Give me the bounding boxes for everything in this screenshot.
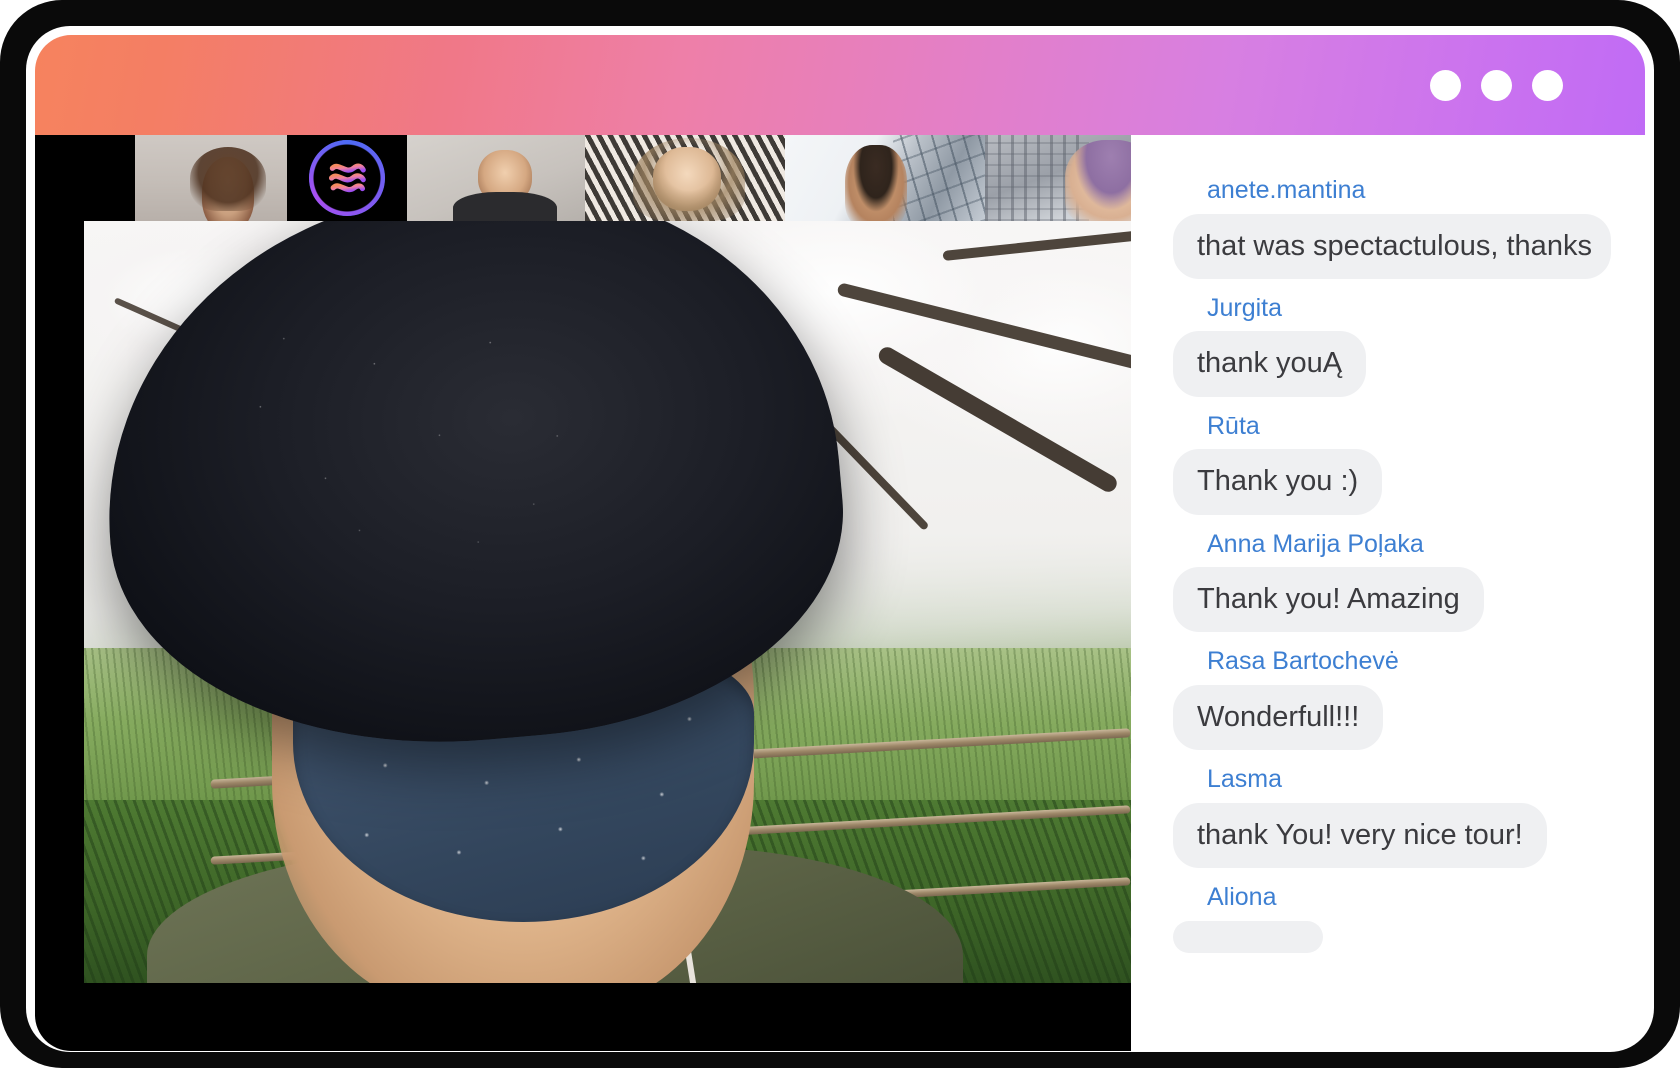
brand-logo-ring: [309, 140, 385, 216]
chat-message: Lasma thank You! very nice tour!: [1173, 765, 1611, 869]
chat-message-author: Aliona: [1207, 883, 1277, 912]
chat-message-bubble: [1173, 920, 1323, 953]
main-video-active-speaker[interactable]: [84, 221, 1131, 983]
chat-message-bubble: that was spectactulous, thanks: [1173, 213, 1611, 279]
chat-message: Rūta Thank you :): [1173, 411, 1611, 515]
video-stage: [35, 135, 1131, 1051]
chat-message-author: Anna Marija Poļaka: [1207, 529, 1424, 558]
chat-message-bubble: thank youĄ: [1173, 331, 1367, 397]
chat-message-author: Rasa Bartochevė: [1207, 647, 1399, 676]
participant-tile-man-1[interactable]: [407, 135, 585, 221]
chat-message-bubble: thank You! very nice tour!: [1173, 802, 1547, 869]
window-control-maximize-dot[interactable]: [1481, 69, 1512, 101]
device-bezel: anete.mantina that was spectactulous, tha…: [0, 0, 1680, 1068]
window-control-minimize-dot[interactable]: [1430, 69, 1461, 101]
chat-message-author: Rūta: [1207, 411, 1260, 440]
participant-tile-blank[interactable]: [35, 135, 135, 221]
screen-ring: anete.mantina that was spectactulous, tha…: [26, 26, 1654, 1052]
app-body: anete.mantina that was spectactulous, tha…: [35, 135, 1645, 1051]
app-window: anete.mantina that was spectactulous, tha…: [35, 35, 1645, 1051]
participant-tile-man-2[interactable]: [785, 135, 985, 221]
chat-message-author: anete.mantina: [1207, 176, 1366, 204]
chat-message-author: Lasma: [1207, 765, 1283, 794]
chat-panel[interactable]: anete.mantina that was spectactulous, tha…: [1131, 135, 1645, 1051]
chat-message: anete.mantina that was spectactulous, tha…: [1173, 176, 1611, 279]
chat-message-list: anete.mantina that was spectactulous, tha…: [1173, 176, 1611, 974]
wave-logo-icon: [328, 163, 366, 193]
window-control-close-dot[interactable]: [1532, 69, 1563, 101]
window-titlebar: [35, 35, 1645, 135]
participant-tile-woman-2[interactable]: [585, 135, 785, 221]
chat-message-author: Jurgita: [1207, 293, 1283, 322]
participant-filmstrip[interactable]: [35, 135, 1131, 221]
participant-tile-woman-1[interactable]: [135, 135, 287, 221]
participant-tile-logo-avatar[interactable]: [287, 135, 407, 221]
glasses-icon: [1079, 171, 1131, 183]
chat-message: Jurgita thank youĄ: [1173, 293, 1611, 397]
chat-message-bubble: Wonderfull!!!: [1173, 684, 1384, 751]
window-controls: [1430, 69, 1563, 101]
chat-message-bubble: Thank you! Amazing: [1173, 567, 1484, 633]
chat-message: Aliona: [1173, 884, 1611, 958]
chat-message: Anna Marija Poļaka Thank you! Amazing: [1173, 529, 1611, 633]
chat-message-bubble: Thank you :): [1173, 449, 1383, 515]
chat-message: Rasa Bartochevė Wonderfull!!!: [1173, 647, 1611, 751]
participant-tile-person-3[interactable]: [985, 135, 1131, 221]
